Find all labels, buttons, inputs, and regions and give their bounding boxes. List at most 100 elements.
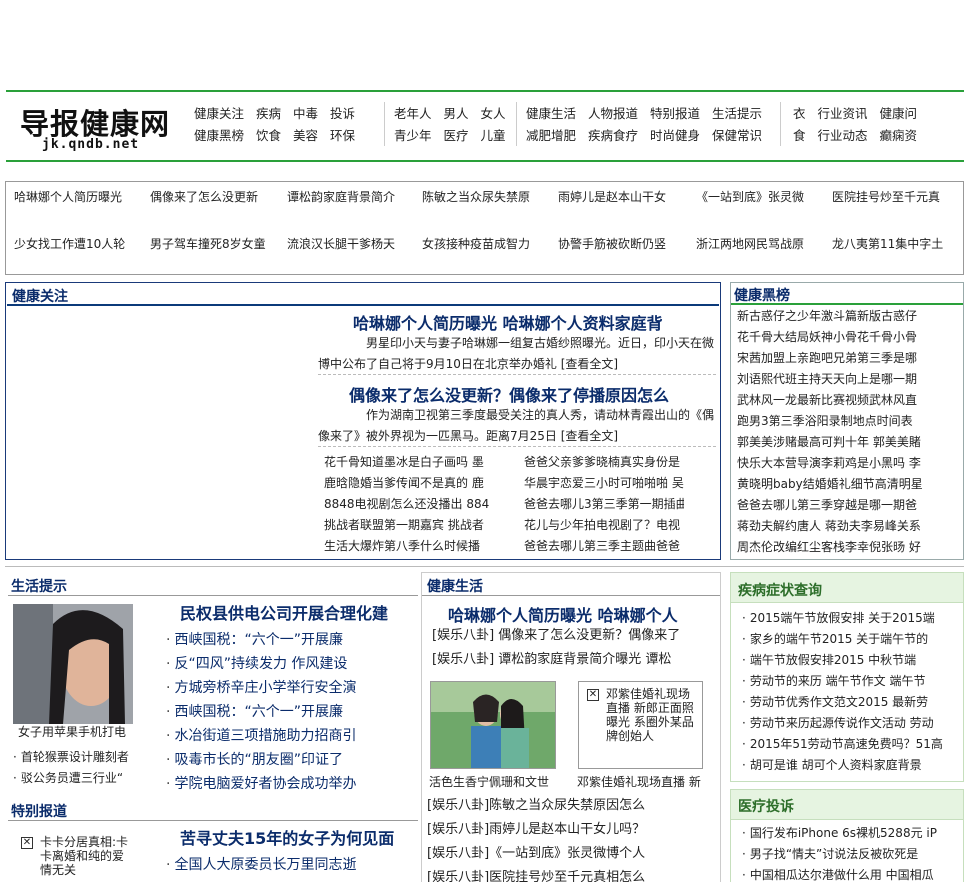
nav-link[interactable]: 时尚健身 [650, 126, 700, 146]
focus-headline-1[interactable]: 哈琳娜个人简历曝光 哈琳娜个人资料家庭背 [353, 310, 663, 334]
medical-title[interactable]: 医疗投诉 [738, 796, 794, 816]
list-item[interactable]: 挑战者联盟第一期嘉宾 挑战者 [324, 515, 492, 536]
nav-link[interactable]: 癫痫资 [880, 126, 918, 146]
nav-link[interactable]: 青少年 [394, 126, 432, 146]
list-item[interactable]: 水冶街道三项措施助力招商引 [166, 724, 362, 748]
hot-link[interactable]: 浙江两地网民骂战原 [696, 235, 804, 252]
list-item[interactable]: 劳动节优秀作文范文2015 最新劳 [742, 692, 960, 713]
list-item[interactable]: 新古惑仔之少年激斗篇新版古惑仔 [737, 306, 959, 327]
list-item[interactable]: 西峡国税：“六个一”开展廉 [166, 700, 362, 724]
list-item[interactable]: 2015端午节放假安排 关于2015端 [742, 608, 960, 629]
healthy-life-photo[interactable] [430, 681, 556, 769]
list-item[interactable]: 花千骨知道墨冰是白子画吗 墨 [324, 452, 492, 473]
list-item[interactable]: 西峡国税：“六个一”开展廉 [166, 628, 362, 652]
list-item[interactable]: 爸爸父亲爹爹晓楠真实身份是 [524, 452, 684, 473]
special-headline[interactable]: 苦寻丈夫15年的女子为何见面 [180, 825, 394, 849]
list-item[interactable]: 爸爸去哪儿3第三季第一期插曲 [524, 494, 684, 515]
list-item[interactable]: 男子找“情夫”讨说法反被砍死是 [742, 844, 960, 865]
list-item[interactable]: [娱乐八卦] 谭松韵家庭背景简介曝光 谭松 [432, 648, 718, 672]
nav-link[interactable]: 生活提示 [712, 104, 762, 124]
list-item[interactable]: 家乡的端午节2015 关于端午节的 [742, 629, 960, 650]
nav-link[interactable]: 健康黑榜 [194, 126, 244, 146]
list-item[interactable]: 端午节放假安排2015 中秋节端 [742, 650, 960, 671]
nav-link[interactable]: 衣 [793, 104, 806, 124]
list-item[interactable]: 鹿晗隐婚当爹传闻不是真的 鹿 [324, 473, 492, 494]
list-item[interactable]: 2015年51劳动节高速免费吗？51高 [742, 734, 960, 755]
list-item[interactable]: 华晨宇恋爱三小时可啪啪啪 吴 [524, 473, 684, 494]
nav-link[interactable]: 保健常识 [712, 126, 762, 146]
list-item[interactable]: 爸爸去哪儿第三季穿越是哪一期爸 [737, 495, 959, 516]
hot-link[interactable]: 男子驾车撞死8岁女童 [150, 235, 266, 252]
nav-link[interactable]: 男人 [444, 104, 469, 124]
list-item[interactable]: 跑男3第三季浴阳录制地点时间表 [737, 411, 959, 432]
hot-link[interactable]: 偶像来了怎么没更新 [150, 188, 258, 205]
nav-link[interactable]: 环保 [330, 126, 355, 146]
healthy-life-box-caption[interactable]: 邓紫佳婚礼现场直播 新 [577, 773, 701, 790]
hot-link[interactable]: 谭松韵家庭背景简介 [287, 188, 395, 205]
life-tips-photo-caption[interactable]: 女子用苹果手机打电 [18, 723, 126, 740]
nav-link[interactable]: 医疗 [444, 126, 469, 146]
nav-link[interactable]: 减肥增肥 [526, 126, 576, 146]
nav-link[interactable]: 饮食 [256, 126, 281, 146]
list-item[interactable]: [娱乐八卦]医院挂号炒至千元真相怎么 [427, 866, 717, 882]
list-item[interactable]: 花儿与少年拍电视剧了？电视 [524, 515, 684, 536]
list-item[interactable]: 8848电视剧怎么还没播出 884 [324, 494, 492, 515]
hot-link[interactable]: 龙八夷第11集中字土 [832, 235, 943, 252]
life-tips-photo[interactable] [13, 604, 133, 724]
nav-link[interactable]: 行业资讯 [818, 104, 868, 124]
symptom-title[interactable]: 疾病症状查询 [738, 580, 822, 600]
list-item[interactable]: 全国人大原委员长万里同志逝 [166, 853, 362, 877]
nav-link[interactable]: 健康生活 [526, 104, 576, 124]
list-item[interactable]: [娱乐八卦] 偶像来了怎么没更新？偶像来了 [432, 624, 718, 648]
list-item[interactable]: 周杰伦改编红尘客栈李幸倪张旸 好 [737, 537, 959, 558]
hot-link[interactable]: 流浪汉长腿干爹杨天 [287, 235, 395, 252]
healthy-life-photo-caption[interactable]: 活色生香宁佩珊和文世 [429, 773, 549, 790]
healthy-life-title[interactable]: 健康生活 [427, 576, 483, 596]
list-item[interactable]: 蒋劲夫解约唐人 蒋劲夫李易峰关系 [737, 516, 959, 537]
list-item[interactable]: 国行发布iPhone 6s裸机5288元 iP [742, 823, 960, 844]
nav-link[interactable]: 疾病 [256, 104, 281, 124]
health-focus-title[interactable]: 健康关注 [12, 286, 68, 306]
list-item[interactable]: 吸毒市长的“朋友圈”印证了 [166, 748, 362, 772]
nav-link[interactable]: 人物报道 [588, 104, 638, 124]
nav-link[interactable]: 投诉 [330, 104, 355, 124]
list-item[interactable]: 花千骨大结局妖神小骨花千骨小骨 [737, 327, 959, 348]
list-item[interactable]: 生活大爆炸第八季什么时候播 [324, 536, 492, 557]
nav-link[interactable]: 美容 [293, 126, 318, 146]
special-report-title[interactable]: 特别报道 [11, 801, 67, 821]
nav-link[interactable]: 老年人 [394, 104, 432, 124]
hot-link[interactable]: 少女找工作遭10人轮 [14, 235, 125, 252]
nav-link[interactable]: 特别报道 [650, 104, 700, 124]
list-item[interactable]: 反“四风”持续发力 作风建设 [166, 652, 362, 676]
nav-link[interactable]: 食 [793, 126, 806, 146]
list-item[interactable]: 快乐大本营导演李莉鸡是小黑吗 李 [737, 453, 959, 474]
life-tips-title[interactable]: 生活提示 [11, 576, 67, 596]
list-item[interactable]: 郭美美涉赌最高可判十年 郭美美賭 [737, 432, 959, 453]
hot-link[interactable]: 雨婷儿是赵本山干女 [558, 188, 666, 205]
list-item[interactable]: 劳动节来历起源传说作文活动 劳动 [742, 713, 960, 734]
nav-link[interactable]: 行业动态 [818, 126, 868, 146]
list-item[interactable]: [娱乐八卦]《一站到底》张灵微博个人 [427, 842, 717, 866]
hot-link[interactable]: 医院挂号炒至千元真 [832, 188, 940, 205]
blacklist-title[interactable]: 健康黑榜 [734, 285, 790, 305]
hot-link[interactable]: 女孩接种疫苗成智力 [422, 235, 530, 252]
list-item[interactable]: 武林风一龙最新比赛视频武林风直 [737, 390, 959, 411]
nav-link[interactable]: 健康问 [880, 104, 918, 124]
special-photo-caption[interactable]: 卡卡分居真相:卡卡离婚和纯的爱情无关 [40, 835, 132, 877]
list-item[interactable]: 方城旁桥辛庄小学举行安全演 [166, 676, 362, 700]
list-item[interactable]: 刘语熙代班主持天天向上是哪一期 [737, 369, 959, 390]
hot-link[interactable]: 《一站到底》张灵微 [696, 188, 804, 205]
hot-link[interactable]: 哈琳娜个人简历曝光 [14, 188, 122, 205]
list-item[interactable]: 胡可是谁 胡可个人资料家庭背景 [742, 755, 960, 776]
list-item[interactable]: 首轮猴票设计雕刻者 [13, 747, 143, 768]
list-item[interactable]: [娱乐八卦]雨婷儿是赵本山干女儿吗？ [427, 818, 717, 842]
list-item[interactable]: 劳动节的来历 端午节作文 端午节 [742, 671, 960, 692]
list-item[interactable]: 宋茜加盟上亲跑吧兄弟第三季是哪 [737, 348, 959, 369]
hot-link[interactable]: 协警手筋被砍断仍竖 [558, 235, 666, 252]
list-item[interactable]: [娱乐八卦]陈敏之当众尿失禁原因怎么 [427, 794, 717, 818]
list-item[interactable]: 中国相瓜达尔港做什么用 中国相瓜 [742, 865, 960, 882]
healthy-life-headline[interactable]: 哈琳娜个人简历曝光 哈琳娜个人 [448, 602, 678, 626]
list-item[interactable]: 爸爸去哪儿第三季主题曲爸爸 [524, 536, 684, 557]
list-item[interactable]: 学院电脑爱好者协会成功举办 [166, 772, 362, 796]
list-item[interactable]: 驳公务员遭三行业“ [13, 768, 143, 789]
